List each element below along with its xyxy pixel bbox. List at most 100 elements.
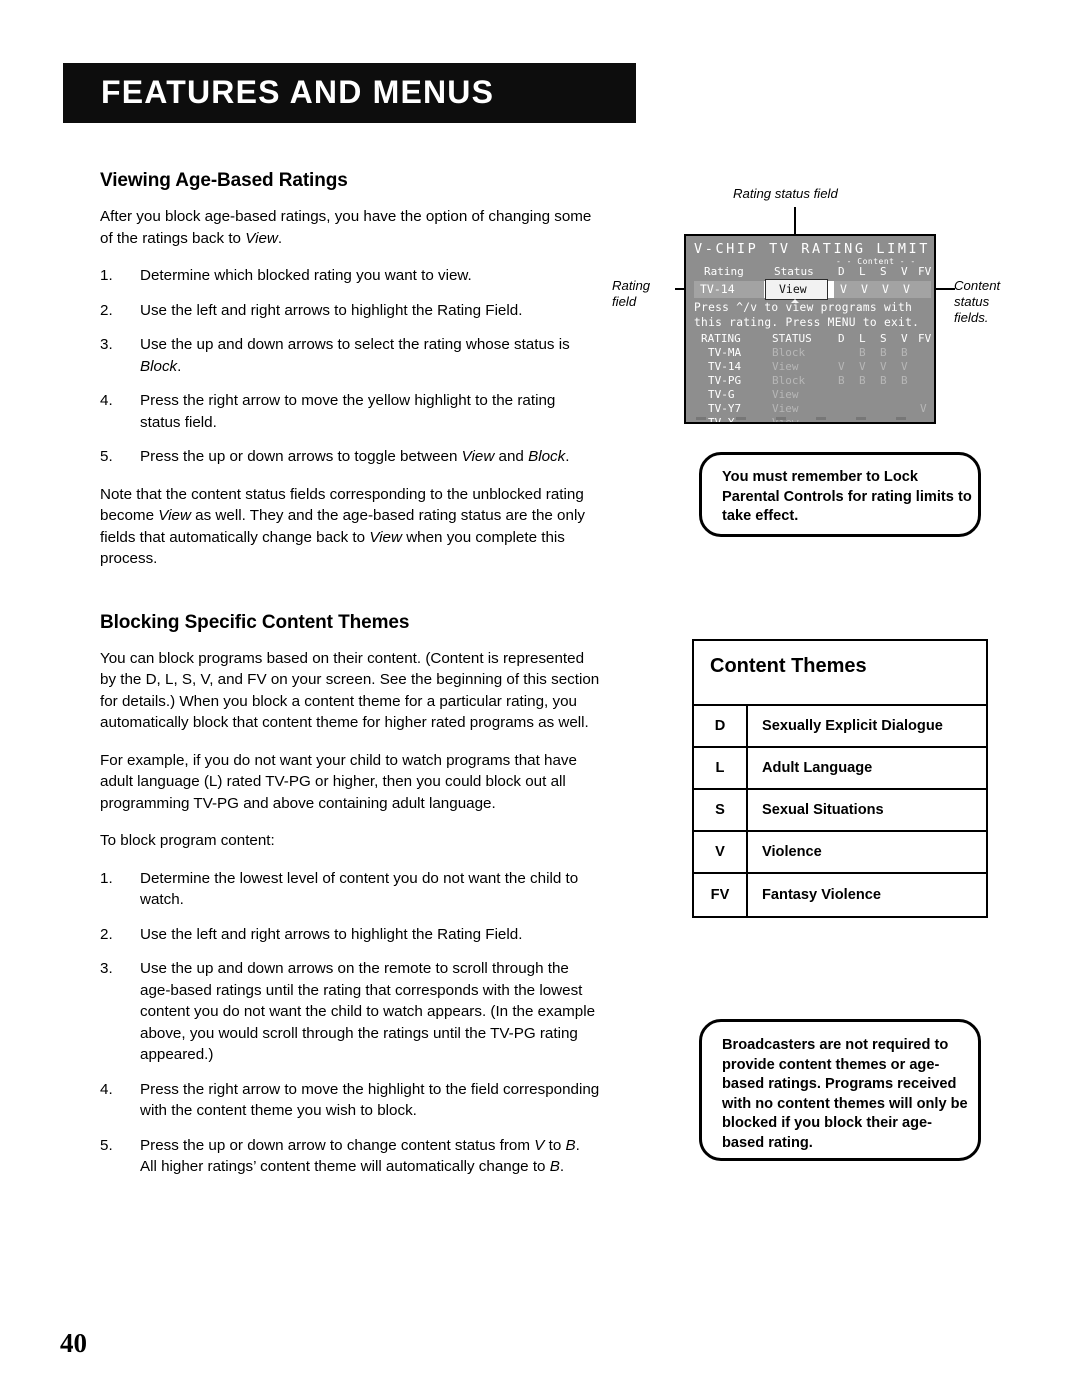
osd-table-header-rating: RATING xyxy=(701,332,741,345)
list-item: 3. Use the up and down arrows on the rem… xyxy=(100,958,600,1066)
list-item-number: 4. xyxy=(100,392,113,409)
content-themes-table-header: Content Themes xyxy=(694,641,986,706)
content-theme-description: Fantasy Violence xyxy=(762,887,881,903)
callout-label-rating-field: Rating field xyxy=(612,278,650,310)
table-row: L Adult Language xyxy=(694,748,986,790)
list-item-text: Determine which blocked rating you want … xyxy=(140,267,472,284)
osd-bottom-dotted-divider xyxy=(696,417,928,420)
osd-table-header-code-d: D xyxy=(838,332,845,345)
content-theme-description: Adult Language xyxy=(762,760,873,776)
list-item-text: Determine the lowest level of content yo… xyxy=(140,869,579,909)
list-item: 2. Use the left and right arrows to high… xyxy=(100,924,600,946)
osd-table-row-code-v: B xyxy=(901,346,908,359)
section2-paragraph-2: For example, if you do not want your chi… xyxy=(100,751,577,812)
section2-paragraph-3: To block program content: xyxy=(100,832,275,849)
osd-table-row-code-l: B xyxy=(859,346,866,359)
callout-label-rating-status-field: Rating status field xyxy=(733,186,838,201)
note-box-lock-parental-controls: You must remember to Lock Parental Contr… xyxy=(699,452,981,537)
callout-content-status-line3: fields. xyxy=(954,310,989,325)
table-row: S Sexual Situations xyxy=(694,790,986,832)
note-box-lock-text: You must remember to Lock Parental Contr… xyxy=(722,469,972,524)
callout-rating-field-line1: Rating xyxy=(612,278,651,293)
osd-table-row-code-fv: V xyxy=(920,402,927,415)
list-item-text: Press the right arrow to move the yellow… xyxy=(140,392,556,431)
osd-table-row-code-d: B xyxy=(838,374,845,387)
page-header-title: FEATURES AND MENUS xyxy=(101,73,495,110)
osd-header-code-fv: FV xyxy=(918,265,932,278)
content-theme-description: Sexual Situations xyxy=(762,802,884,818)
osd-selected-content-l: V xyxy=(861,282,868,296)
list-item-number: 3. xyxy=(100,960,113,977)
osd-table-row-code-s: V xyxy=(880,360,887,373)
osd-table-row-code-l: B xyxy=(859,374,866,387)
list-item: 5. Press the up or down arrows to toggle… xyxy=(100,446,600,468)
content-theme-description: Violence xyxy=(762,844,822,860)
section-heading-blocking-specific-content-themes: Blocking Specific Content Themes xyxy=(100,611,410,633)
osd-table-row-code-l: V xyxy=(859,360,866,373)
callout-label-content-status-fields: Content status fields. xyxy=(954,278,1000,326)
osd-table-row-code-s: B xyxy=(880,346,887,359)
osd-table-row-status: Block xyxy=(772,374,806,387)
list-item: 3. Use the up and down arrows to select … xyxy=(100,334,600,377)
table-row: FV Fantasy Violence xyxy=(694,874,986,916)
content-theme-code: L xyxy=(694,748,748,788)
table-row: D Sexually Explicit Dialogue xyxy=(694,706,986,748)
page-number: 40 xyxy=(60,1328,87,1358)
list-item-text: Use the left and right arrows to highlig… xyxy=(140,925,523,943)
list-item-number: 4. xyxy=(100,1080,113,1098)
content-themes-table: Content Themes D Sexually Explicit Dialo… xyxy=(692,639,988,918)
list-item: 4. Press the right arrow to move the hig… xyxy=(100,1079,600,1122)
content-themes-title: Content Themes xyxy=(710,655,867,677)
osd-header-code-d: D xyxy=(838,265,845,278)
osd-table-row-rating: TV-PG xyxy=(708,374,742,387)
osd-table-header-status: STATUS xyxy=(772,332,812,345)
content-theme-code: FV xyxy=(694,874,748,916)
osd-title: V-CHIP TV RATING LIMIT xyxy=(694,241,931,257)
list-item-text: Press the up or down arrows to toggle be… xyxy=(140,448,570,465)
osd-table-row-status: View xyxy=(772,388,799,401)
osd-table-row-rating: TV-G xyxy=(708,388,735,401)
osd-header-code-s: S xyxy=(880,265,887,278)
osd-selected-content-s: V xyxy=(882,282,889,296)
list-item-text: Use the up and down arrows to select the… xyxy=(140,336,570,375)
osd-table-row-status: Block xyxy=(772,346,806,359)
osd-table-row-rating: TV-MA xyxy=(708,346,742,359)
osd-table-row-code-d: V xyxy=(838,360,845,373)
content-theme-code: D xyxy=(694,706,748,746)
list-item-number: 2. xyxy=(100,301,113,319)
osd-table-header-code-v: V xyxy=(901,332,908,345)
list-item-text: Use the left and right arrows to highlig… xyxy=(140,301,523,319)
osd-selected-rating-value: TV-14 xyxy=(700,282,735,296)
osd-selected-content-v: V xyxy=(903,282,910,296)
osd-table-row-rating: TV-14 xyxy=(708,360,742,373)
section2-paragraph-1: You can block programs based on their co… xyxy=(100,649,600,732)
list-item: 5. Press the up or down arrow to change … xyxy=(100,1135,600,1178)
list-item-number: 2. xyxy=(100,925,113,943)
main-text-column: Viewing Age-Based Ratings After you bloc… xyxy=(100,170,600,1194)
note-box-broadcasters: Broadcasters are not required to provide… xyxy=(699,1019,981,1161)
callout-rating-field-line2: field xyxy=(612,294,637,309)
osd-header-status: Status xyxy=(774,265,814,278)
list-item: 4. Press the right arrow to move the yel… xyxy=(100,390,600,433)
section-heading-viewing-age-based-ratings: Viewing Age-Based Ratings xyxy=(100,170,348,191)
list-item-number: 1. xyxy=(100,267,113,284)
list-item-text: Press the right arrow to move the highli… xyxy=(140,1080,600,1120)
section1-note-paragraph: Note that the content status fields corr… xyxy=(100,485,585,568)
list-item: 1. Determine which blocked rating you wa… xyxy=(100,265,600,287)
tv-osd-screen: V-CHIP TV RATING LIMIT - - Content - - R… xyxy=(684,234,936,424)
section1-intro-paragraph: After you block age-based ratings, you h… xyxy=(100,208,592,247)
osd-table-header-code-l: L xyxy=(859,332,866,345)
list-item-number: 5. xyxy=(100,1136,113,1154)
osd-rating-status-value: View xyxy=(779,282,807,296)
list-item-text: Press the up or down arrow to change con… xyxy=(140,1136,580,1176)
osd-table-row-status: View xyxy=(772,360,799,373)
table-row: V Violence xyxy=(694,832,986,874)
osd-table-header-code-s: S xyxy=(880,332,887,345)
list-item: 2. Use the left and right arrows to high… xyxy=(100,300,600,322)
section1-steps-list: 1. Determine which blocked rating you wa… xyxy=(100,265,600,468)
list-item-number: 1. xyxy=(100,869,113,887)
note-box-broadcasters-text: Broadcasters are not required to provide… xyxy=(722,1037,968,1151)
page-header-banner: FEATURES AND MENUS xyxy=(63,63,636,123)
callout-content-status-line1: Content xyxy=(954,278,1001,293)
osd-table-header-code-fv: FV xyxy=(918,332,932,345)
